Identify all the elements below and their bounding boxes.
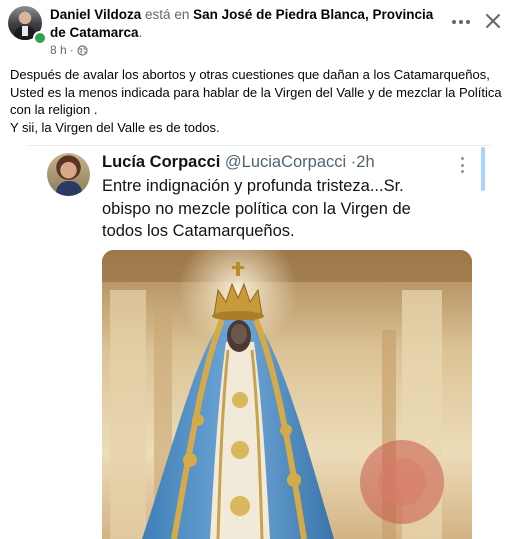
header-connector: está en bbox=[145, 7, 190, 22]
post-time[interactable]: 8 h bbox=[50, 43, 67, 57]
tweet-header: Lucía Corpacci @LuciaCorpacci ·2h bbox=[102, 151, 375, 173]
tweet-time: 2h bbox=[356, 153, 375, 171]
post-header: Daniel Vildoza está en San José de Piedr… bbox=[0, 0, 508, 60]
embedded-tweet-image[interactable]: Lucía Corpacci @LuciaCorpacci ·2h Entre … bbox=[28, 145, 490, 539]
meta-separator: · bbox=[69, 43, 74, 57]
divider bbox=[28, 145, 490, 146]
more-horizontal-icon bbox=[452, 20, 456, 24]
close-icon bbox=[486, 14, 500, 28]
tweet-author-name: Lucía Corpacci bbox=[102, 153, 221, 171]
more-options-button[interactable] bbox=[448, 10, 474, 34]
close-button[interactable] bbox=[480, 8, 506, 34]
tweet-avatar bbox=[47, 153, 90, 196]
post-meta: 8 h · bbox=[50, 43, 88, 57]
post-text-line: Y sii, la Virgen del Valle es de todos. bbox=[10, 119, 220, 135]
tweet-handle: @LuciaCorpacci bbox=[224, 153, 347, 171]
online-status-dot bbox=[33, 31, 47, 45]
location-suffix: . bbox=[138, 25, 143, 40]
virgin-del-valle-image bbox=[102, 250, 472, 539]
globe-icon[interactable] bbox=[77, 44, 88, 56]
author-name[interactable]: Daniel Vildoza bbox=[50, 7, 141, 22]
more-vertical-icon bbox=[456, 157, 468, 173]
post-text: Después de avalar los abortos y otras cu… bbox=[10, 66, 504, 136]
scroll-accent bbox=[481, 147, 485, 191]
tweet-text: Entre indignación y profunda tristeza...… bbox=[102, 177, 411, 240]
post-header-text: Daniel Vildoza está en San José de Piedr… bbox=[50, 6, 440, 42]
post-text-line: Después de avalar los abortos y otras cu… bbox=[10, 67, 502, 117]
